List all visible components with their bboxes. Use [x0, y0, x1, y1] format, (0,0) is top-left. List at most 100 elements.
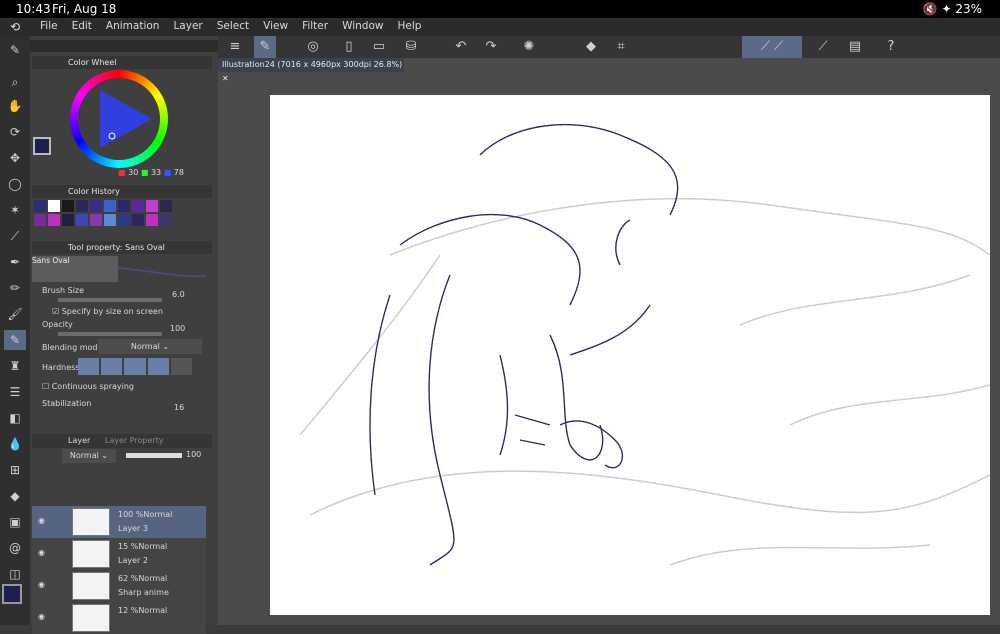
figure-icon[interactable]: ⊞	[4, 460, 26, 480]
menu-item-layer[interactable]: Layer	[173, 20, 202, 32]
menu-item-select[interactable]: Select	[217, 20, 249, 32]
airbrush-icon[interactable]: ✎	[4, 330, 26, 350]
lasso-icon[interactable]: ◯	[4, 174, 26, 194]
fill-icon[interactable]: ◆	[4, 486, 26, 506]
history-swatch[interactable]	[90, 200, 102, 212]
main-color-chip[interactable]	[33, 137, 51, 155]
layer-row[interactable]: ◉ 62 %Normal Sharp anime	[32, 570, 206, 602]
visibility-eye-icon[interactable]: ◉	[38, 516, 45, 525]
tab-layer[interactable]: Layer	[68, 436, 90, 445]
spiral-icon[interactable]: @	[4, 538, 26, 558]
color-wheel[interactable]	[70, 70, 168, 168]
history-swatch[interactable]	[76, 200, 88, 212]
menu-item-file[interactable]: File	[40, 20, 58, 32]
history-swatch[interactable]	[118, 214, 130, 226]
document-tab[interactable]: Illustration24 (7016 x 4960px 300dpi 26.…	[218, 58, 404, 83]
magic-wand-icon[interactable]: ✶	[4, 200, 26, 220]
brush-icon[interactable]: ✎	[4, 40, 26, 60]
fill-bucket-icon[interactable]: ◆	[580, 36, 602, 58]
open-folder-icon[interactable]: ▭	[368, 36, 390, 58]
frame-icon[interactable]: ◫	[4, 564, 26, 584]
zoom-icon[interactable]: ⌕	[4, 72, 26, 92]
visibility-eye-icon[interactable]: ◉	[38, 548, 45, 557]
blending-mode-select[interactable]: Normal ⌄	[98, 339, 202, 354]
layer-opacity-slider[interactable]	[126, 453, 182, 458]
menu-item-window[interactable]: Window	[342, 20, 383, 32]
history-swatch[interactable]	[146, 214, 158, 226]
main-color-swatch[interactable]	[2, 584, 22, 604]
decoration-icon[interactable]: ♜	[4, 356, 26, 376]
history-swatch[interactable]	[160, 214, 172, 226]
brush-name: Sans Oval	[32, 256, 70, 265]
history-swatch[interactable]	[118, 200, 130, 212]
device-icon[interactable]: ▤	[844, 36, 866, 58]
hardness-selector[interactable]	[78, 358, 193, 375]
history-swatch[interactable]	[104, 214, 116, 226]
brush-size-value[interactable]: 6.0	[172, 290, 185, 299]
opacity-value[interactable]: 100	[170, 324, 185, 333]
menu-item-view[interactable]: View	[263, 20, 288, 32]
opacity-slider[interactable]	[58, 332, 162, 336]
history-swatch[interactable]	[34, 214, 46, 226]
layer-row[interactable]: ◉ 12 %Normal	[32, 602, 206, 634]
menu-item-help[interactable]: Help	[397, 20, 421, 32]
history-swatch[interactable]	[90, 214, 102, 226]
hand-icon[interactable]: ✋	[4, 96, 26, 116]
history-swatch[interactable]	[132, 200, 144, 212]
color-triangle[interactable]	[70, 70, 168, 168]
gradient-icon[interactable]: ▣	[4, 512, 26, 532]
text-lines-icon[interactable]: ☰	[4, 382, 26, 402]
undo-icon[interactable]: ↶	[450, 36, 472, 58]
history-swatch[interactable]	[48, 214, 60, 226]
pen-icon[interactable]: ✒	[4, 252, 26, 272]
history-swatch[interactable]	[48, 200, 60, 212]
eyedropper-icon[interactable]: ⟋	[4, 226, 26, 246]
blend-icon[interactable]: 💧	[4, 434, 26, 454]
visibility-eye-icon[interactable]: ◉	[38, 612, 45, 621]
save-icon[interactable]: ⛁	[400, 36, 422, 58]
continuous-spraying-checkbox[interactable]: ☐ Continuous spraying	[42, 382, 134, 391]
drawing-canvas[interactable]	[270, 95, 991, 615]
history-swatch[interactable]	[62, 200, 74, 212]
history-swatch[interactable]	[104, 200, 116, 212]
menu-item-animation[interactable]: Animation	[106, 20, 160, 32]
help-icon[interactable]: ?	[880, 36, 902, 58]
layer-blend-select[interactable]: Normal ⌄	[62, 449, 116, 463]
command-bar: ≡ ✎ ◎ ▯ ▭ ⛁ ↶ ↷ ✺ ◆ ⌗ ⟋ ⟋ ⟋ ▤ ?	[218, 36, 1000, 58]
opacity-label: Opacity	[42, 320, 73, 329]
layer-opacity-value[interactable]: 100	[186, 450, 201, 459]
history-swatch[interactable]	[146, 200, 158, 212]
visibility-eye-icon[interactable]: ◉	[38, 580, 45, 589]
layer-row[interactable]: ◉ 15 %Normal Layer 2	[32, 538, 206, 570]
history-swatch[interactable]	[62, 214, 74, 226]
stroke-icon[interactable]: ⟋	[812, 36, 834, 58]
eraser-icon[interactable]: ◧	[4, 408, 26, 428]
history-swatch[interactable]	[132, 214, 144, 226]
stabilization-value[interactable]: 16	[174, 403, 184, 412]
history-swatch[interactable]	[34, 200, 46, 212]
menu-item-edit[interactable]: Edit	[72, 20, 92, 32]
brush-tool-icon[interactable]: 🖌	[4, 304, 26, 324]
loading-icon[interactable]: ✺	[518, 36, 540, 58]
target-icon[interactable]: ◎	[302, 36, 324, 58]
layer-opacity-mode: 15 %Normal	[118, 542, 168, 551]
app-logo-icon[interactable]: ⟲	[10, 20, 20, 34]
new-file-icon[interactable]: ▯	[338, 36, 360, 58]
history-swatch[interactable]	[160, 200, 172, 212]
stroke-mode-icons[interactable]: ⟋ ⟋	[742, 36, 802, 58]
history-swatch[interactable]	[76, 214, 88, 226]
pencil-icon[interactable]: ✏	[4, 278, 26, 298]
rotate-icon[interactable]: ⟳	[4, 122, 26, 142]
tab-layer-property[interactable]: Layer Property	[105, 436, 164, 445]
brush-size-label: Brush Size	[42, 286, 85, 295]
menu-icon[interactable]: ≡	[224, 36, 246, 58]
layer-row[interactable]: ◉ 100 %Normal Layer 3	[32, 506, 206, 538]
move-icon[interactable]: ✥	[4, 148, 26, 168]
color-history-grid	[32, 200, 208, 228]
transform-icon[interactable]: ⌗	[610, 36, 632, 58]
redo-icon[interactable]: ↷	[480, 36, 502, 58]
brush-size-slider[interactable]	[58, 298, 162, 302]
specify-by-size-checkbox[interactable]: ☑ Specify by size on screen	[52, 307, 163, 316]
menu-item-filter[interactable]: Filter	[302, 20, 328, 32]
pen-pressure-icon[interactable]: ✎	[254, 36, 276, 58]
